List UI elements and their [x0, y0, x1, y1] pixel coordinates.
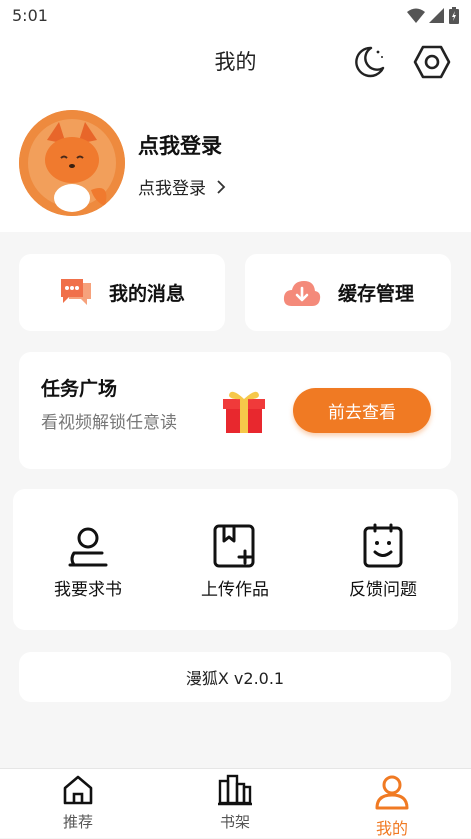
- settings-icon: [413, 45, 451, 79]
- tab-mine[interactable]: 我的: [332, 773, 452, 839]
- login-link[interactable]: 点我登录: [138, 174, 226, 199]
- avatar[interactable]: [19, 110, 125, 216]
- status-bar: 5:01: [0, 0, 471, 32]
- status-icons: [407, 7, 459, 24]
- chat-icon: [60, 278, 91, 305]
- my-messages-card[interactable]: 我的消息: [19, 254, 225, 331]
- my-messages-label: 我的消息: [108, 283, 185, 305]
- settings-button[interactable]: [412, 42, 452, 82]
- request-book-button[interactable]: 我要求书: [18, 519, 158, 600]
- profile-icon: [375, 775, 409, 810]
- wifi-icon: [407, 8, 425, 23]
- tab-mine-label: 我的: [375, 819, 408, 838]
- battery-icon: [449, 7, 459, 24]
- tab-recommend[interactable]: 推荐: [18, 773, 138, 832]
- cache-manage-card[interactable]: 缓存管理: [245, 254, 451, 331]
- status-time: 5:01: [12, 6, 48, 25]
- request-book-icon: [68, 527, 108, 567]
- feedback-label: 反馈问题: [349, 580, 417, 600]
- tools-card: 我要求书 上传作品 反馈问题: [13, 489, 458, 630]
- profile-header: 我的 点我登录 点我登录: [0, 32, 471, 232]
- feedback-button[interactable]: 反馈问题: [313, 519, 453, 600]
- bookshelf-icon: [218, 774, 252, 806]
- night-mode-button[interactable]: [349, 42, 389, 82]
- tab-recommend-label: 推荐: [62, 813, 93, 831]
- upload-work-label: 上传作品: [201, 580, 269, 600]
- upload-work-icon: [213, 524, 255, 568]
- moon-icon: [355, 46, 385, 78]
- task-subtitle: 看视频解锁任意读: [41, 413, 177, 433]
- cloud-download-icon: [283, 280, 321, 306]
- task-square-card: 任务广场 看视频解锁任意读 前去查看: [19, 352, 451, 469]
- gift-icon: [223, 391, 265, 433]
- go-view-button[interactable]: 前去查看: [293, 388, 431, 433]
- task-title: 任务广场: [41, 378, 118, 400]
- tab-bookshelf-label: 书架: [219, 813, 250, 831]
- cache-manage-label: 缓存管理: [337, 283, 414, 305]
- page-title: 我的: [214, 50, 257, 74]
- fox-avatar-icon: [19, 110, 125, 216]
- tab-bookshelf[interactable]: 书架: [175, 773, 295, 832]
- signal-icon: [429, 7, 444, 23]
- chevron-right-icon: [217, 179, 226, 194]
- app-version: 漫狐X v2.0.1: [19, 652, 451, 702]
- login-subtitle: 点我登录: [138, 179, 206, 199]
- bottom-nav: 推荐 书架 我的: [0, 768, 471, 838]
- upload-work-button[interactable]: 上传作品: [165, 519, 305, 600]
- feedback-icon: [363, 523, 403, 568]
- login-title[interactable]: 点我登录: [138, 130, 222, 160]
- home-icon: [63, 775, 93, 805]
- request-book-label: 我要求书: [54, 580, 122, 600]
